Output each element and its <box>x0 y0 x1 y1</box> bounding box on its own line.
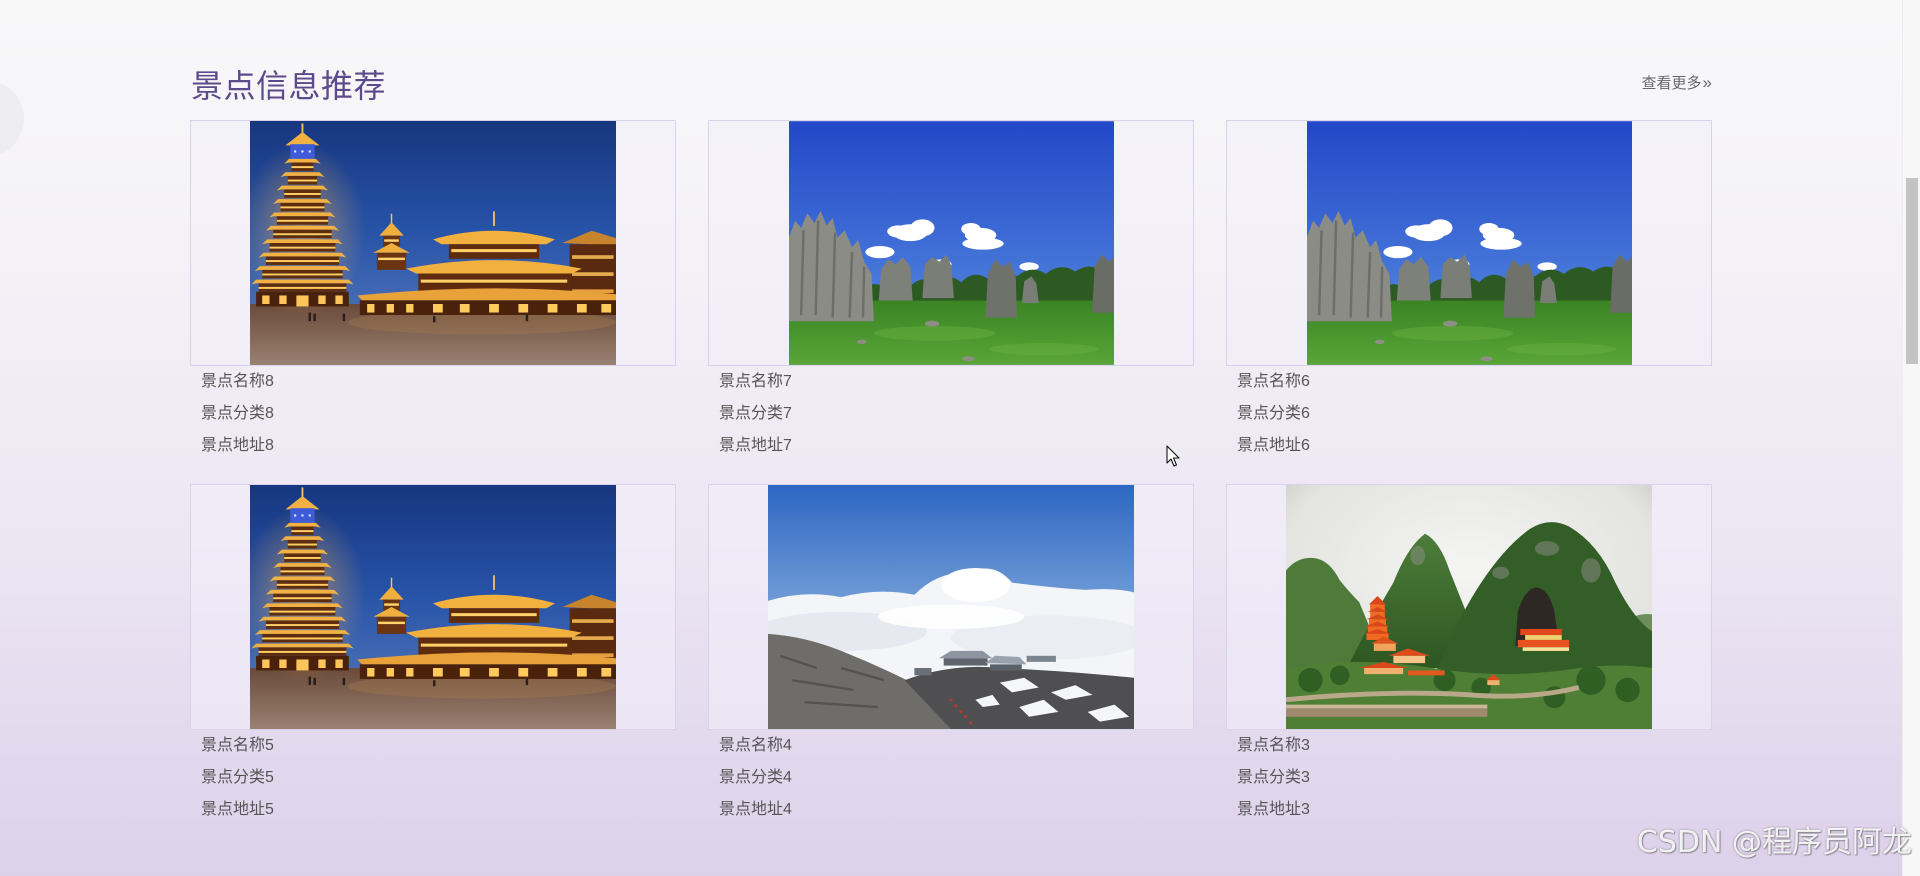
spot-image-frame <box>1226 120 1712 366</box>
spot-card[interactable]: 景点名称6 景点分类6 景点地址6 <box>1226 120 1712 462</box>
spot-name: 景点名称6 <box>1237 373 1310 390</box>
spot-photo[interactable] <box>250 121 616 365</box>
spot-photo[interactable] <box>788 121 1114 365</box>
double-chevron-right-icon: » <box>1702 73 1712 92</box>
spot-name: 景点名称3 <box>1237 737 1310 754</box>
scrollbar-thumb[interactable] <box>1906 178 1918 364</box>
spot-category: 景点分类5 <box>201 769 274 786</box>
spot-card[interactable]: 景点名称3 景点分类3 景点地址3 <box>1226 484 1712 826</box>
spot-image-frame <box>1226 484 1712 730</box>
spot-category: 景点分类7 <box>719 405 792 422</box>
section-title: 景点信息推荐 <box>191 68 387 104</box>
spot-name: 景点名称8 <box>201 373 274 390</box>
view-more-link[interactable]: 查看更多» <box>1642 73 1712 93</box>
section-header: 景点信息推荐 查看更多» <box>190 62 1712 110</box>
spot-category: 景点分类6 <box>1237 405 1310 422</box>
spot-info: 景点名称8 景点分类8 景点地址8 <box>190 366 676 462</box>
spot-info: 景点名称5 景点分类5 景点地址5 <box>190 730 676 826</box>
spot-address: 景点地址8 <box>201 437 274 454</box>
spot-card[interactable]: 景点名称5 景点分类5 景点地址5 <box>190 484 676 826</box>
spot-address: 景点地址7 <box>719 437 792 454</box>
spot-name: 景点名称7 <box>719 373 792 390</box>
spot-info: 景点名称7 景点分类7 景点地址7 <box>708 366 1194 462</box>
spot-info: 景点名称6 景点分类6 景点地址6 <box>1226 366 1712 462</box>
view-more-label: 查看更多 <box>1641 75 1702 92</box>
vertical-scrollbar[interactable] <box>1902 0 1920 876</box>
spot-address: 景点地址4 <box>719 801 792 818</box>
spot-card[interactable]: 景点名称8 景点分类8 景点地址8 <box>190 120 676 462</box>
spot-address: 景点地址3 <box>1237 801 1310 818</box>
spot-category: 景点分类4 <box>719 769 792 786</box>
spot-image-frame <box>708 484 1194 730</box>
spot-name: 景点名称5 <box>201 737 274 754</box>
spot-image-frame <box>190 484 676 730</box>
spot-photo[interactable] <box>250 485 616 729</box>
spot-photo[interactable] <box>768 485 1134 729</box>
recommend-section: 景点信息推荐 查看更多» 景点名称8 景点分类8 景点地址8 景点名称7 景点分… <box>190 0 1712 876</box>
spot-info: 景点名称3 景点分类3 景点地址3 <box>1226 730 1712 826</box>
mouse-cursor-icon <box>1166 445 1180 467</box>
spot-grid: 景点名称8 景点分类8 景点地址8 景点名称7 景点分类7 景点地址7 景点名称… <box>190 120 1712 826</box>
spot-category: 景点分类8 <box>201 405 274 422</box>
watermark: CSDN @程序员阿龙 <box>1636 825 1912 860</box>
spot-image-frame <box>708 120 1194 366</box>
spot-photo[interactable] <box>1306 121 1632 365</box>
spot-category: 景点分类3 <box>1237 769 1310 786</box>
spot-info: 景点名称4 景点分类4 景点地址4 <box>708 730 1194 826</box>
spot-card[interactable]: 景点名称4 景点分类4 景点地址4 <box>708 484 1194 826</box>
decorative-circle <box>0 80 24 157</box>
spot-address: 景点地址6 <box>1237 437 1310 454</box>
spot-photo[interactable] <box>1286 485 1652 729</box>
spot-image-frame <box>190 120 676 366</box>
spot-address: 景点地址5 <box>201 801 274 818</box>
spot-card[interactable]: 景点名称7 景点分类7 景点地址7 <box>708 120 1194 462</box>
spot-name: 景点名称4 <box>719 737 792 754</box>
